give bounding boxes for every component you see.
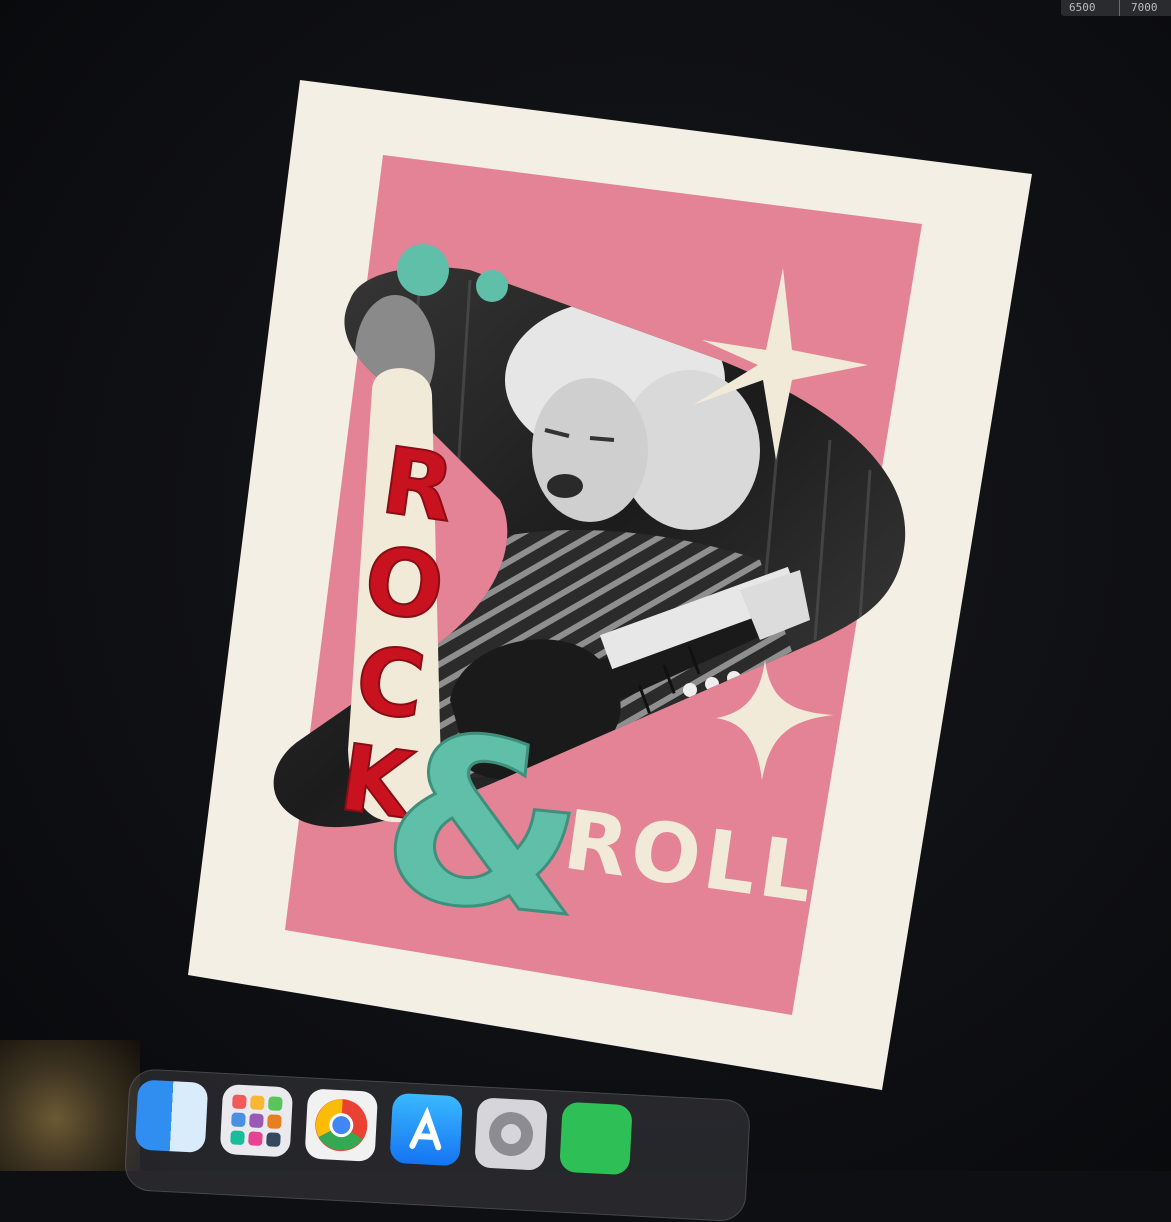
desktop-wallpaper-corner [0,1040,140,1171]
poster-artwork [188,80,1032,1090]
design-canvas[interactable]: R O C K & ROLL [0,0,1171,1171]
app-store-icon[interactable] [389,1092,463,1167]
teal-dot [397,244,449,296]
chrome-icon[interactable] [304,1088,379,1162]
teal-dot [476,270,508,302]
messages-icon[interactable] [559,1101,633,1176]
launchpad-icon[interactable] [219,1083,294,1158]
system-settings-icon[interactable] [474,1097,548,1171]
finder-icon[interactable] [134,1079,209,1154]
